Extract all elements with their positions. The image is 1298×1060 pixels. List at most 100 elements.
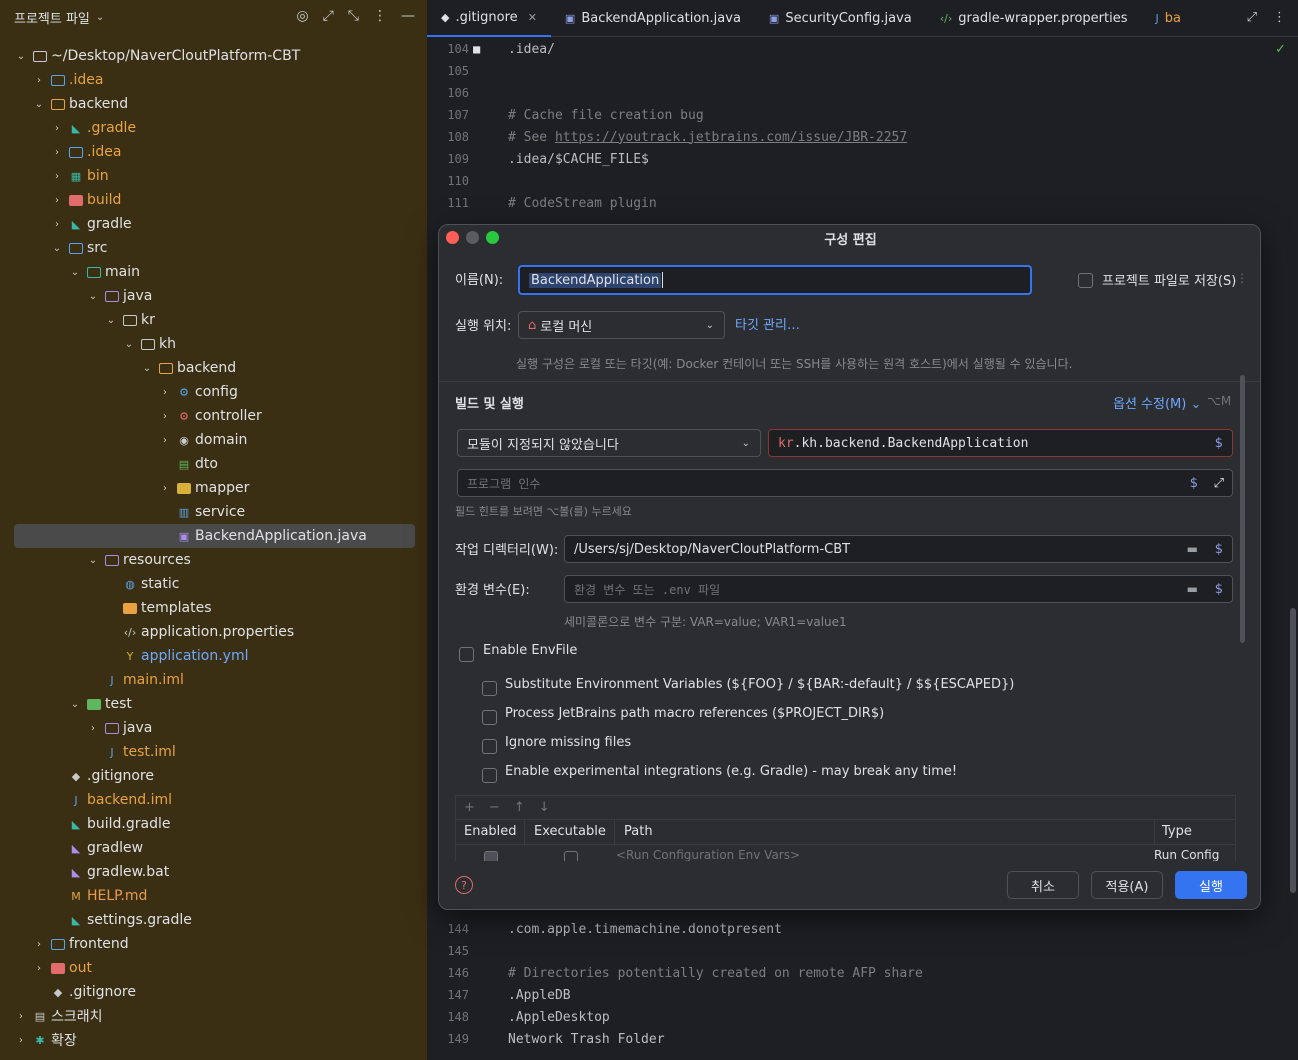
macro-icon[interactable]: $	[1190, 476, 1198, 491]
tree-item[interactable]: templates	[0, 596, 427, 620]
tree-item[interactable]: ⌄ ~/Desktop/NaverCloutPlatform-CBT	[0, 44, 427, 68]
remove-icon[interactable]: −	[489, 800, 500, 815]
chevron-down-icon[interactable]: ⌄	[96, 12, 104, 23]
project-title[interactable]: 프로젝트 파일	[14, 8, 90, 27]
chevron-right-icon[interactable]: ›	[50, 171, 64, 182]
chevron-down-icon[interactable]: ⌄	[68, 699, 82, 710]
chevron-right-icon[interactable]: ›	[158, 435, 172, 446]
tree-item[interactable]: Jtest.iml	[0, 740, 427, 764]
chevron-right-icon[interactable]: ›	[50, 219, 64, 230]
move-up-icon[interactable]: ↑	[514, 800, 525, 815]
tree-item[interactable]: ◣ build.gradle	[0, 812, 427, 836]
chevron-right-icon[interactable]: ›	[14, 1011, 28, 1022]
column-path[interactable]: Path	[624, 824, 653, 839]
chevron-right-icon[interactable]: ›	[158, 411, 172, 422]
add-icon[interactable]: +	[464, 800, 475, 815]
tree-item[interactable]: ◣ settings.gradle	[0, 908, 427, 932]
tree-item[interactable]: › ▦ bin	[0, 164, 427, 188]
tree-item[interactable]: ⌄ src	[0, 236, 427, 260]
tree-item[interactable]: › ⚙ config	[0, 380, 427, 404]
substitute-env-checkbox[interactable]	[482, 681, 497, 696]
tree-item[interactable]: › ◉ domain	[0, 428, 427, 452]
row-enabled-checkbox[interactable]	[484, 851, 498, 861]
apply-button[interactable]: 적용(A)	[1091, 871, 1163, 899]
tree-item[interactable]: Jmain.iml	[0, 668, 427, 692]
tree-item[interactable]: › build	[0, 188, 427, 212]
tree-item[interactable]: › frontend	[0, 932, 427, 956]
tree-item[interactable]: › .idea	[0, 68, 427, 92]
tree-item[interactable]: ⌄ resources	[0, 548, 427, 572]
code-line[interactable]: 109 .idea/$CACHE_FILE$	[427, 148, 1298, 170]
table-row[interactable]: <Run Configuration Env Vars> Run Config	[455, 845, 1236, 861]
tree-item[interactable]: ▥ service	[0, 500, 427, 524]
expand-icon[interactable]: ⤢	[1247, 10, 1257, 25]
chevron-down-icon[interactable]: ⌄	[140, 363, 154, 374]
env-input[interactable]: 환경 변수 또는 .env 파일 ▬ $	[564, 575, 1233, 603]
macro-icon[interactable]: $	[1215, 542, 1223, 557]
chevron-down-icon[interactable]: ⌄	[68, 267, 82, 278]
tree-item[interactable]: ⌄ backend	[0, 356, 427, 380]
scroll-thumb[interactable]	[1290, 608, 1296, 893]
chevron-down-icon[interactable]: ⌄	[86, 555, 100, 566]
tree-item[interactable]: ⌄ backend	[0, 92, 427, 116]
code-line[interactable]: 146 # Directories potentially created on …	[427, 962, 1298, 984]
minimize-icon[interactable]: —	[401, 8, 415, 24]
run-button[interactable]: 실행	[1175, 871, 1247, 899]
chevron-down-icon[interactable]: ⌄	[86, 291, 100, 302]
macro-icon[interactable]: $	[1215, 436, 1223, 451]
tab-gradle-wrapper[interactable]: ‹/› gradle-wrapper.properties	[926, 0, 1142, 37]
tree-item[interactable]: ⌄ kr	[0, 308, 427, 332]
chevron-right-icon[interactable]: ›	[32, 963, 46, 974]
tree-item[interactable]: › ⚙ controller	[0, 404, 427, 428]
dialog-scrollbar[interactable]	[1240, 375, 1245, 643]
column-type[interactable]: Type	[1162, 824, 1192, 839]
more-icon[interactable]: ⋮	[1236, 271, 1248, 285]
name-input[interactable]: BackendApplication	[518, 265, 1032, 295]
chevron-right-icon[interactable]: ›	[50, 147, 64, 158]
chevron-right-icon[interactable]: ›	[50, 123, 64, 134]
code-line[interactable]: 147 .AppleDB	[427, 984, 1298, 1006]
chevron-right-icon[interactable]: ›	[14, 1035, 28, 1046]
tree-item[interactable]: › ◣ .gradle	[0, 116, 427, 140]
tree-item[interactable]: Jbackend.iml	[0, 788, 427, 812]
column-enabled[interactable]: Enabled	[464, 824, 517, 839]
collapse-icon[interactable]: ⤡	[348, 8, 359, 24]
cancel-button[interactable]: 취소	[1007, 871, 1079, 899]
code-line[interactable]: 145	[427, 940, 1298, 962]
code-link[interactable]: https://youtrack.jetbrains.com/issue/JBR…	[555, 130, 907, 145]
modify-options-link[interactable]: 옵션 수정(M) ⌄	[1113, 393, 1201, 412]
tree-item[interactable]: ▤ dto	[0, 452, 427, 476]
chevron-down-icon[interactable]: ⌄	[50, 243, 64, 254]
code-line[interactable]: 111 # CodeStream plugin	[427, 192, 1298, 214]
tab-backend-application[interactable]: ▣ BackendApplication.java	[551, 0, 755, 37]
chevron-right-icon[interactable]: ›	[50, 195, 64, 206]
tree-item-selected[interactable]: ▣ BackendApplication.java	[14, 524, 415, 548]
code-line[interactable]: 104 ■ .idea/	[427, 38, 1298, 60]
experimental-checkbox[interactable]	[482, 768, 497, 783]
tree-item[interactable]: ◆ .gitignore	[0, 764, 427, 788]
tree-item[interactable]: › out	[0, 956, 427, 980]
tree-item[interactable]: ‹/› application.properties	[0, 620, 427, 644]
tree-item[interactable]: ⌄ test	[0, 692, 427, 716]
tree-item[interactable]: ⌄ kh	[0, 332, 427, 356]
tree-item[interactable]: Yapplication.yml	[0, 644, 427, 668]
path-macro-checkbox[interactable]	[482, 710, 497, 725]
code-line[interactable]: 148 .AppleDesktop	[427, 1006, 1298, 1028]
close-icon[interactable]: ✕	[528, 11, 537, 24]
manage-targets-link[interactable]: 타깃 관리…	[735, 314, 800, 333]
expand-icon[interactable]: ⤢	[323, 8, 334, 24]
target-icon[interactable]: ◎	[296, 8, 308, 24]
tree-item[interactable]: › .idea	[0, 140, 427, 164]
chevron-right-icon[interactable]: ›	[86, 723, 100, 734]
code-line[interactable]: 105	[427, 60, 1298, 82]
folder-icon[interactable]: ▬	[1187, 542, 1198, 556]
save-to-project-checkbox[interactable]	[1078, 273, 1093, 288]
chevron-down-icon[interactable]: ⌄	[104, 315, 118, 326]
code-line[interactable]: 144 .com.apple.timemachine.donotpresent	[427, 918, 1298, 940]
workdir-input[interactable]: /Users/sj/Desktop/NaverCloutPlatform-CBT…	[564, 535, 1233, 563]
code-line[interactable]: 149 Network Trash Folder	[427, 1028, 1298, 1050]
main-class-input[interactable]: kr .kh.backend.BackendApplication $	[768, 429, 1233, 457]
chevron-right-icon[interactable]: ›	[158, 483, 172, 494]
tree-item[interactable]: › ▤ 스크래치	[0, 1004, 427, 1028]
tree-item[interactable]: ◆ .gitignore	[0, 980, 427, 1004]
